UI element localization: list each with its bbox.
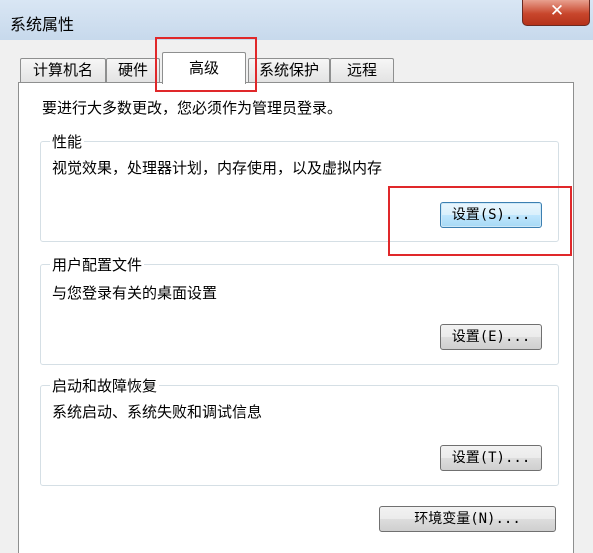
- tab-label: 计算机名: [32, 61, 93, 79]
- user-profiles-settings-button[interactable]: 设置(E)...: [440, 324, 542, 350]
- user-profiles-title: 用户配置文件: [50, 254, 145, 275]
- tab-hardware[interactable]: 硬件: [106, 58, 160, 82]
- close-button[interactable]: ✕: [522, 0, 590, 26]
- user-profiles-description: 与您登录有关的桌面设置: [52, 284, 218, 302]
- performance-description: 视觉效果，处理器计划，内存使用，以及虚拟内存: [52, 159, 383, 177]
- tab-advanced[interactable]: 高级: [162, 52, 246, 84]
- performance-title: 性能: [50, 131, 85, 152]
- startup-recovery-settings-button[interactable]: 设置(T)...: [440, 445, 542, 471]
- button-label: 环境变量(N)...: [414, 511, 521, 527]
- button-label: 设置(E)...: [451, 329, 531, 345]
- environment-variables-button[interactable]: 环境变量(N)...: [379, 506, 556, 532]
- button-label: 设置(T)...: [451, 450, 531, 466]
- tab-label: 系统保护: [258, 61, 319, 79]
- tab-remote[interactable]: 远程: [330, 58, 394, 82]
- tab-label: 高级: [188, 59, 219, 77]
- close-icon: ✕: [549, 1, 565, 21]
- tab-system-protection[interactable]: 系统保护: [248, 58, 330, 82]
- button-label: 设置(S)...: [451, 207, 531, 223]
- tab-computer-name[interactable]: 计算机名: [20, 58, 106, 82]
- tab-label: 远程: [346, 61, 377, 79]
- performance-settings-button[interactable]: 设置(S)...: [440, 202, 542, 228]
- window-title: 系统属性: [10, 15, 75, 34]
- startup-recovery-title: 启动和故障恢复: [50, 375, 160, 396]
- title-bar[interactable]: 系统属性 ✕: [0, 0, 593, 40]
- startup-recovery-description: 系统启动、系统失败和调试信息: [52, 403, 263, 421]
- admin-notice: 要进行大多数更改，您必须作为管理员登录。: [42, 99, 343, 117]
- tab-label: 硬件: [117, 61, 148, 79]
